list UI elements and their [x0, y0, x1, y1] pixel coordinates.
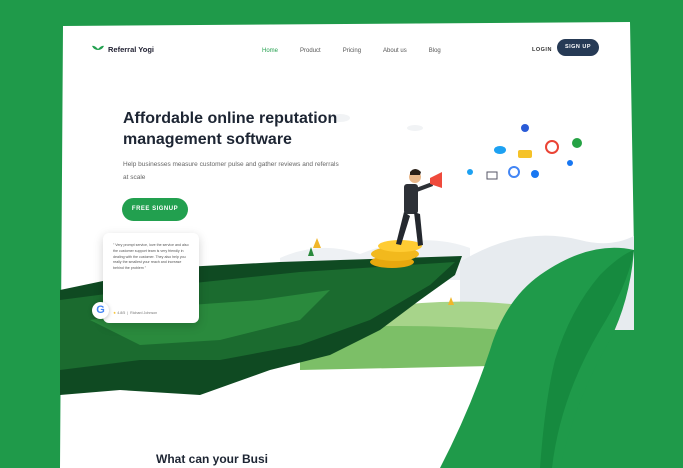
star-icon: ★	[113, 311, 117, 315]
review-card: " Very prompt service, love the service …	[103, 233, 199, 323]
nav-item-pricing[interactable]: Pricing	[343, 48, 361, 54]
review-footer: ★ 4.8/5 | Richard Johnson	[113, 311, 158, 315]
review-author: Richard Johnson	[130, 311, 158, 315]
brand-logo[interactable]: Referral Yogi	[92, 44, 154, 55]
review-rating: 4.8/5	[117, 311, 126, 315]
top-nav: Referral Yogi Home Product Pricing About…	[92, 38, 612, 62]
hero-title: Affordable online reputation management …	[123, 110, 338, 148]
nav-item-blog[interactable]: Blog	[429, 48, 441, 54]
free-signup-button[interactable]: FREE SIGNUP	[122, 198, 188, 221]
signup-button[interactable]: SIGN UP	[557, 39, 599, 56]
leaf-icon	[92, 45, 104, 55]
section-heading: What can your Busi	[156, 452, 269, 466]
google-icon: G	[92, 302, 109, 319]
login-link[interactable]: LOGIN	[532, 47, 552, 53]
nav-item-about-us[interactable]: About us	[383, 48, 407, 54]
nav-item-product[interactable]: Product	[300, 48, 321, 54]
review-text: " Very prompt service, love the service …	[113, 243, 189, 271]
main-menu: Home Product Pricing About us Blog	[262, 48, 441, 54]
nav-item-home[interactable]: Home	[262, 48, 278, 54]
hero-subtitle: Help businesses measure customer pulse a…	[123, 161, 339, 181]
paper-sheet	[60, 22, 634, 468]
brand-name: Referral Yogi	[108, 45, 154, 54]
